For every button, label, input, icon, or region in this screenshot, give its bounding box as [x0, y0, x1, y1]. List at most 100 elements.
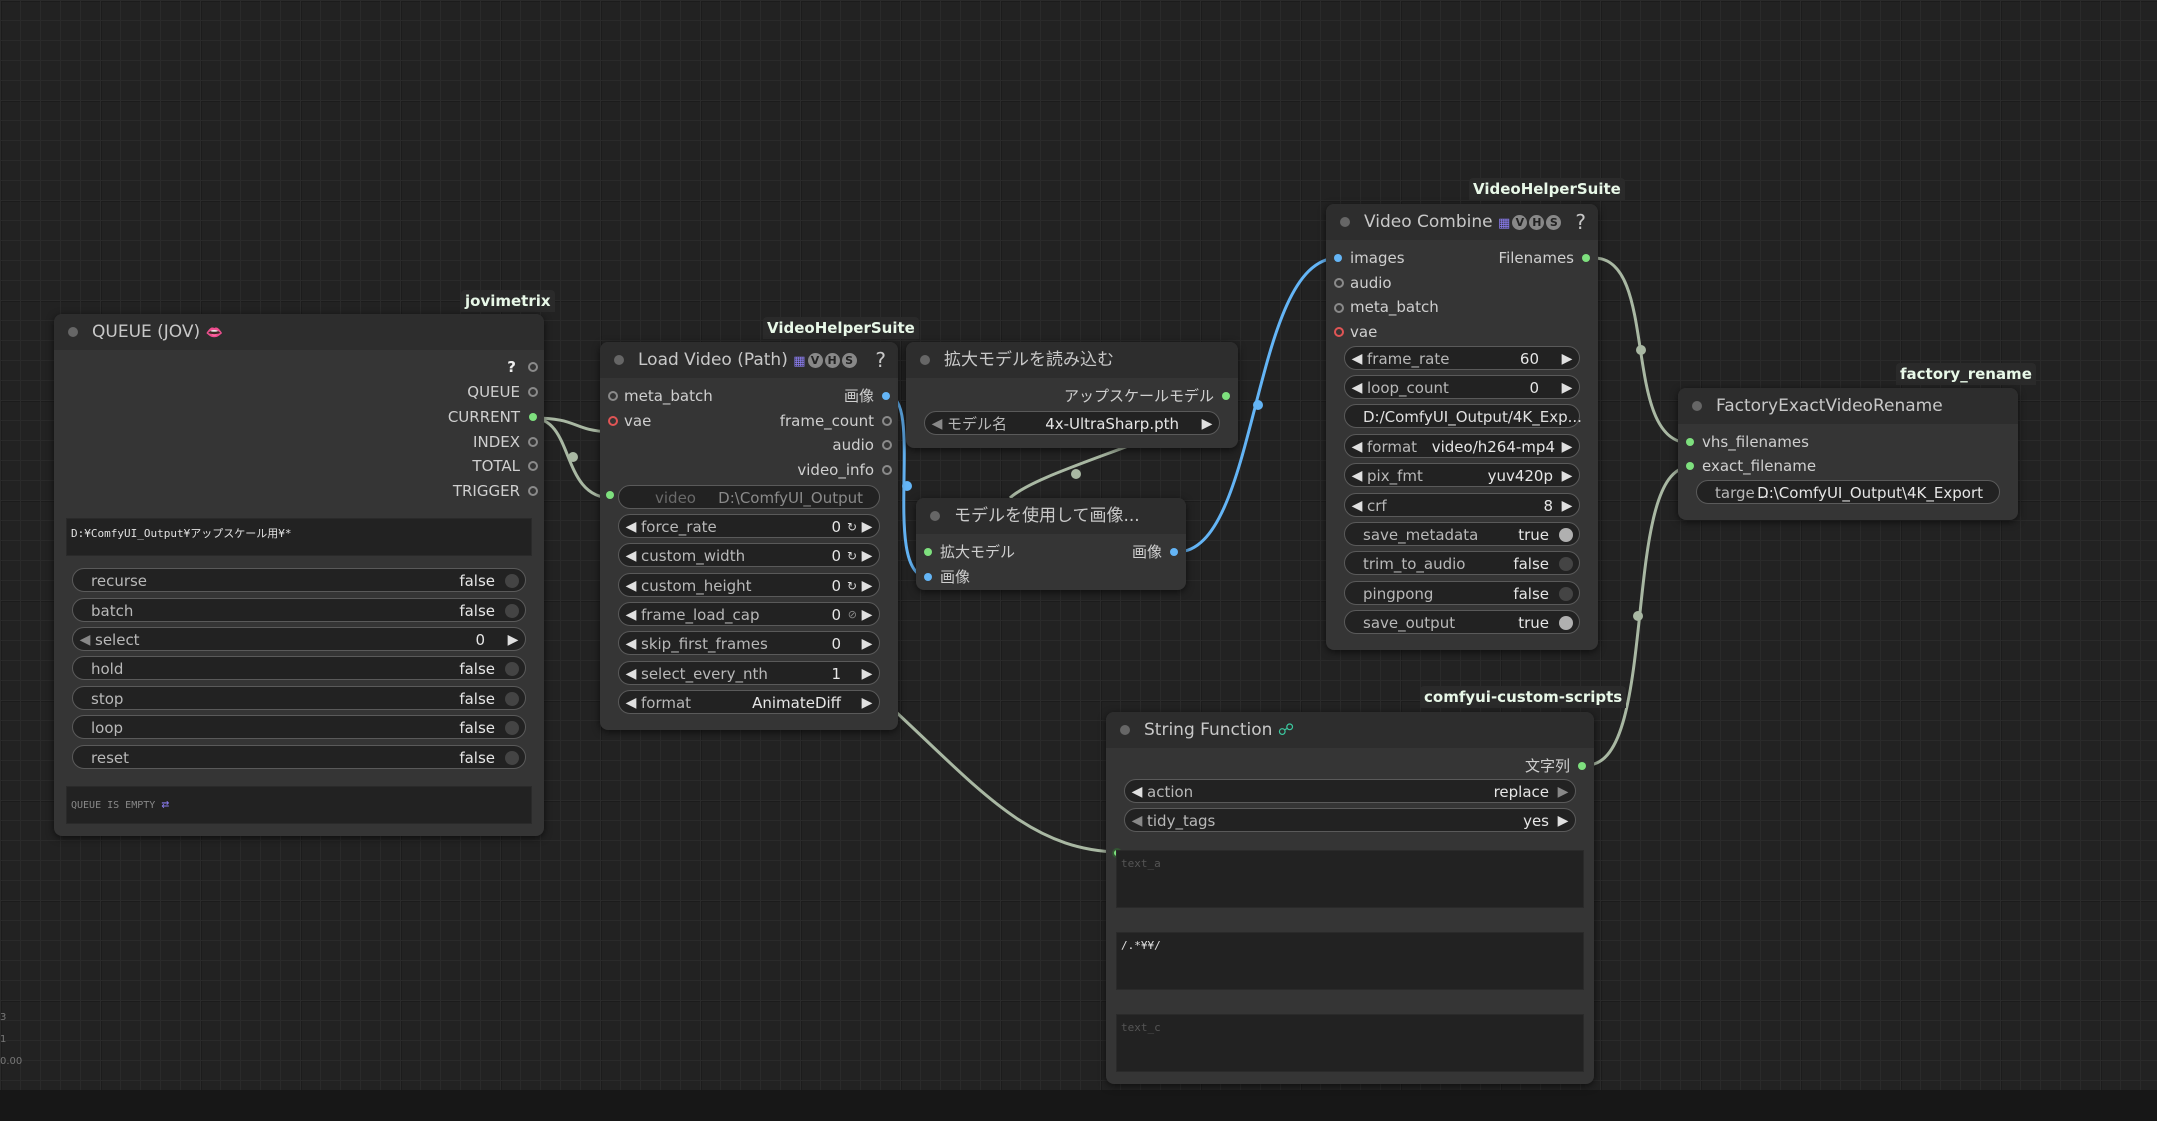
select-every-nth-number[interactable]: ◀ select_every_nth 1 ▶ — [618, 661, 880, 685]
output-pin[interactable] — [528, 387, 538, 397]
output-pin[interactable] — [882, 465, 892, 475]
output-pin[interactable] — [1582, 254, 1590, 262]
pix-fmt-select[interactable]: ◀ pix_fmt yuv420p ▶ — [1344, 463, 1580, 487]
output-pin[interactable] — [882, 392, 890, 400]
queue-path-textarea[interactable]: D:¥ComfyUI_Output¥アップスケール用¥* — [66, 518, 532, 556]
input-label: vae — [624, 412, 652, 430]
output-pin[interactable] — [528, 437, 538, 447]
output-pin[interactable] — [528, 461, 538, 471]
output-label: frame_count — [779, 412, 874, 430]
text-c-field[interactable]: text_c — [1116, 1014, 1584, 1072]
target-path-field[interactable]: targe ... D:\ComfyUI_Output\4K_Export — [1696, 480, 2000, 504]
collapse-dot[interactable] — [614, 355, 624, 365]
input-pin[interactable] — [1686, 438, 1694, 446]
video-combine-node[interactable]: Video Combine ▦ V H S ? images audio meta_b… — [1326, 204, 1598, 650]
help-icon[interactable]: ? — [1575, 204, 1586, 240]
load-video-node[interactable]: Load Video (Path) ▦ V H S ? meta_batch vae … — [600, 342, 898, 730]
trim-to-audio-toggle[interactable]: trim_to_audio false — [1344, 551, 1580, 575]
collapse-dot[interactable] — [1120, 725, 1130, 735]
upscale-model-loader-node[interactable]: 拡大モデルを読み込む アップスケールモデル ◀ モデル名 4x-UltraSharp… — [906, 342, 1238, 448]
input-pin[interactable] — [606, 491, 614, 499]
filename-prefix-field[interactable]: D:/ComfyUI_Output/4K_Exp... — [1344, 404, 1582, 428]
node-title[interactable]: String Function ☍ — [1106, 712, 1594, 748]
custom-height-number[interactable]: ◀ custom_height 0 ↻ ▶ — [618, 573, 880, 597]
film-icon: ▦ — [793, 354, 806, 369]
link-icon: ☍ — [1277, 720, 1295, 739]
stop-toggle[interactable]: stop false — [72, 686, 526, 710]
collapse-dot[interactable] — [920, 355, 930, 365]
input-pin[interactable] — [924, 573, 932, 581]
input-pin[interactable] — [1334, 278, 1344, 288]
custom-width-number[interactable]: ◀ custom_width 0 ↻ ▶ — [618, 543, 880, 567]
input-pin[interactable] — [608, 416, 618, 426]
input-label: 拡大モデル — [940, 543, 1016, 561]
node-group-tag: jovimetrix — [461, 290, 555, 312]
output-label: INDEX — [473, 433, 520, 451]
tidy-tags-select[interactable]: ◀ tidy_tags yes ▶ — [1124, 808, 1576, 832]
batch-toggle[interactable]: batch false — [72, 598, 526, 622]
output-pin[interactable] — [882, 416, 892, 426]
node-title[interactable]: モデルを使用して画像... — [916, 498, 1186, 534]
video-path-field[interactable]: video D:\ComfyUI_Output — [618, 485, 880, 509]
collapse-dot[interactable] — [930, 511, 940, 521]
film-icon: ▦ — [1498, 216, 1511, 231]
upscale-image-node[interactable]: モデルを使用して画像... 拡大モデル 画像 画像 — [916, 498, 1186, 590]
recurse-toggle[interactable]: recurse false — [72, 568, 526, 592]
input-label: meta_batch — [624, 387, 713, 405]
node-title[interactable]: FactoryExactVideoRename — [1678, 388, 2018, 424]
node-title[interactable]: Load Video (Path) ▦ V H S — [600, 342, 898, 378]
node-title[interactable]: QUEUE (JOV) 👄 — [54, 314, 544, 350]
model-name-select[interactable]: ◀ モデル名 4x-UltraSharp.pth ▶ — [924, 411, 1220, 435]
output-pin[interactable] — [882, 440, 892, 450]
output-pin[interactable] — [528, 362, 538, 372]
input-pin[interactable] — [924, 548, 932, 556]
collapse-dot[interactable] — [1692, 401, 1702, 411]
crf-number[interactable]: ◀ crf 8 ▶ — [1344, 493, 1580, 517]
input-pin[interactable] — [1686, 462, 1694, 470]
output-pin[interactable] — [1170, 548, 1178, 556]
force-rate-number[interactable]: ◀ force_rate 0 ↻ ▶ — [618, 514, 880, 538]
loop-toggle[interactable]: loop false — [72, 715, 526, 739]
pingpong-toggle[interactable]: pingpong false — [1344, 581, 1580, 605]
node-title[interactable]: Video Combine ▦ V H S — [1326, 204, 1598, 240]
output-pin[interactable] — [528, 486, 538, 496]
input-pin[interactable] — [1334, 254, 1342, 262]
select-number[interactable]: ◀ select 0 ▶ — [72, 627, 526, 651]
loop-count-number[interactable]: ◀ loop_count 0 ▶ — [1344, 375, 1580, 399]
help-icon[interactable]: ? — [507, 358, 516, 376]
output-pin[interactable] — [1578, 762, 1586, 770]
text-a-field[interactable]: text_a — [1116, 850, 1584, 908]
wire-video-to-string — [894, 710, 1119, 854]
input-pin[interactable] — [608, 391, 618, 401]
text-b-field[interactable]: /.*¥¥/ — [1116, 932, 1584, 990]
reset-toggle[interactable]: reset false — [72, 745, 526, 769]
help-icon[interactable]: ? — [875, 342, 886, 378]
node-title[interactable]: 拡大モデルを読み込む — [906, 342, 1238, 378]
reset-icon: ↻ — [846, 549, 857, 563]
input-label: exact_filename — [1702, 457, 1817, 475]
output-pin[interactable] — [529, 413, 537, 421]
input-pin[interactable] — [1334, 327, 1344, 337]
skip-first-frames-number[interactable]: ◀ skip_first_frames 0 ▶ — [618, 631, 880, 655]
queue-node[interactable]: QUEUE (JOV) 👄 ? QUEUE CURRENT INDEX TOTA… — [54, 314, 544, 836]
collapse-dot[interactable] — [1340, 217, 1350, 227]
output-label: TOTAL — [472, 457, 520, 475]
action-select[interactable]: ◀ action replace ▶ — [1124, 779, 1576, 803]
format-select[interactable]: ◀ format video/h264-mp4 ▶ — [1344, 434, 1580, 458]
save-metadata-toggle[interactable]: save_metadata true — [1344, 522, 1580, 546]
wire-midpoint — [568, 452, 578, 462]
string-function-node[interactable]: String Function ☍ 文字列 ◀ action replace ▶ ◀ t… — [1106, 712, 1594, 1084]
output-pin[interactable] — [1222, 392, 1230, 400]
collapse-dot[interactable] — [68, 327, 78, 337]
hold-toggle[interactable]: hold false — [72, 656, 526, 680]
format-select[interactable]: ◀ format AnimateDiff ▶ — [618, 690, 880, 714]
output-label: CURRENT — [447, 408, 520, 426]
factory-rename-node[interactable]: FactoryExactVideoRename vhs_filenames ex… — [1678, 388, 2018, 520]
wire-midpoint — [1253, 400, 1263, 410]
input-pin[interactable] — [1334, 303, 1344, 313]
node-group-tag: factory_rename — [1896, 363, 2036, 385]
save-output-toggle[interactable]: save_output true — [1344, 610, 1580, 634]
input-label: vae — [1350, 323, 1378, 341]
frame-load-cap-number[interactable]: ◀ frame_load_cap 0 ⊘ ▶ — [618, 602, 880, 626]
frame-rate-number[interactable]: ◀ frame_rate 60 ▶ — [1344, 346, 1580, 370]
